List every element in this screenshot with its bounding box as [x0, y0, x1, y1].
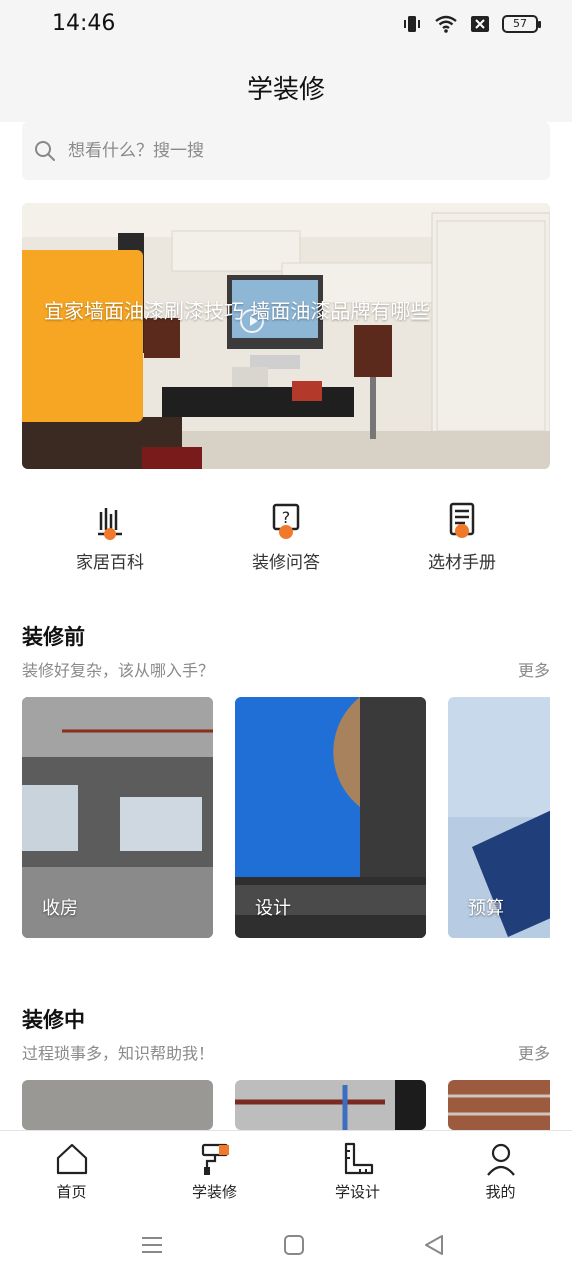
banner[interactable]: 宜家墙面油漆刷漆技巧 墙面油漆品牌有哪些 — [22, 203, 550, 469]
search-bar[interactable] — [22, 122, 550, 180]
status-bar: 14:46 57 — [0, 0, 572, 52]
no-sim-icon — [471, 16, 489, 32]
tab-profile[interactable]: 我的 — [429, 1131, 572, 1211]
search-input[interactable] — [68, 141, 488, 161]
card-image — [448, 1080, 550, 1130]
card-item[interactable] — [22, 1080, 213, 1130]
section-title: 装修中 — [22, 1008, 85, 1032]
card-item[interactable] — [235, 1080, 426, 1130]
card-label: 收房 — [42, 898, 78, 919]
status-icons: 57 — [402, 14, 541, 34]
battery-indicator: 57 — [502, 15, 541, 33]
home-icon — [56, 1143, 87, 1175]
page-title: 学装修 — [246, 74, 325, 105]
quick-nav-qa[interactable]: ? 装修问答 — [216, 495, 356, 573]
qa-icon: ? — [272, 503, 300, 539]
system-nav — [0, 1210, 572, 1280]
tab-label: 我的 — [485, 1183, 516, 1201]
quick-nav: 家居百科 ? 装修问答 选材手册 — [0, 495, 572, 575]
ruler-icon — [344, 1142, 373, 1175]
section-title: 装修前 — [22, 625, 85, 649]
card-label: 设计 — [255, 898, 291, 919]
card-design[interactable]: 设计 — [235, 697, 426, 938]
back-icon[interactable] — [422, 1234, 446, 1256]
user-icon — [486, 1143, 515, 1176]
quick-nav-label: 家居百科 — [76, 553, 144, 573]
quick-nav-manual[interactable]: 选材手册 — [392, 495, 532, 573]
more-link[interactable]: 更多 — [518, 1040, 550, 1064]
quick-nav-label: 装修问答 — [252, 553, 320, 573]
tab-home[interactable]: 首页 — [0, 1131, 143, 1211]
paint-roller-icon — [201, 1143, 229, 1175]
tab-label: 学设计 — [334, 1183, 380, 1201]
card-row — [22, 1080, 550, 1130]
menu-icon[interactable] — [140, 1234, 164, 1256]
vibrate-icon — [404, 16, 420, 32]
nav-header: 学装修 — [0, 52, 572, 122]
tab-bar: 首页 学装修 学设计 我的 — [0, 1130, 572, 1210]
banner-title: 宜家墙面油漆刷漆技巧 墙面油漆品牌有哪些 — [44, 299, 431, 323]
home-square-icon[interactable] — [282, 1234, 306, 1256]
section-subtitle: 过程琐事多，知识帮助我！ — [22, 1044, 215, 1063]
card-row: 收房 设计 预算 — [22, 697, 550, 938]
manual-icon — [449, 502, 475, 538]
encyclopedia-icon — [98, 508, 122, 540]
card-budget[interactable]: 预算 — [448, 697, 550, 938]
search-icon — [35, 141, 55, 161]
banner-badge — [22, 250, 143, 422]
status-time: 14:46 — [52, 11, 116, 36]
svg-text:?: ? — [282, 508, 291, 527]
tab-learn-decoration[interactable]: 学装修 — [143, 1131, 286, 1211]
section-subtitle: 装修好复杂，该从哪入手？ — [22, 661, 215, 680]
card-label: 预算 — [468, 898, 504, 919]
card-handover[interactable]: 收房 — [22, 697, 213, 938]
more-link[interactable]: 更多 — [518, 657, 550, 681]
card-image — [235, 1080, 426, 1130]
wifi-icon — [435, 15, 457, 33]
tab-label: 首页 — [56, 1183, 87, 1201]
card-item[interactable] — [448, 1080, 550, 1130]
card-image — [22, 1080, 213, 1130]
tab-learn-design[interactable]: 学设计 — [286, 1131, 429, 1211]
quick-nav-encyclopedia[interactable]: 家居百科 — [40, 495, 180, 573]
quick-nav-label: 选材手册 — [428, 553, 496, 573]
tab-label: 学装修 — [191, 1183, 237, 1201]
